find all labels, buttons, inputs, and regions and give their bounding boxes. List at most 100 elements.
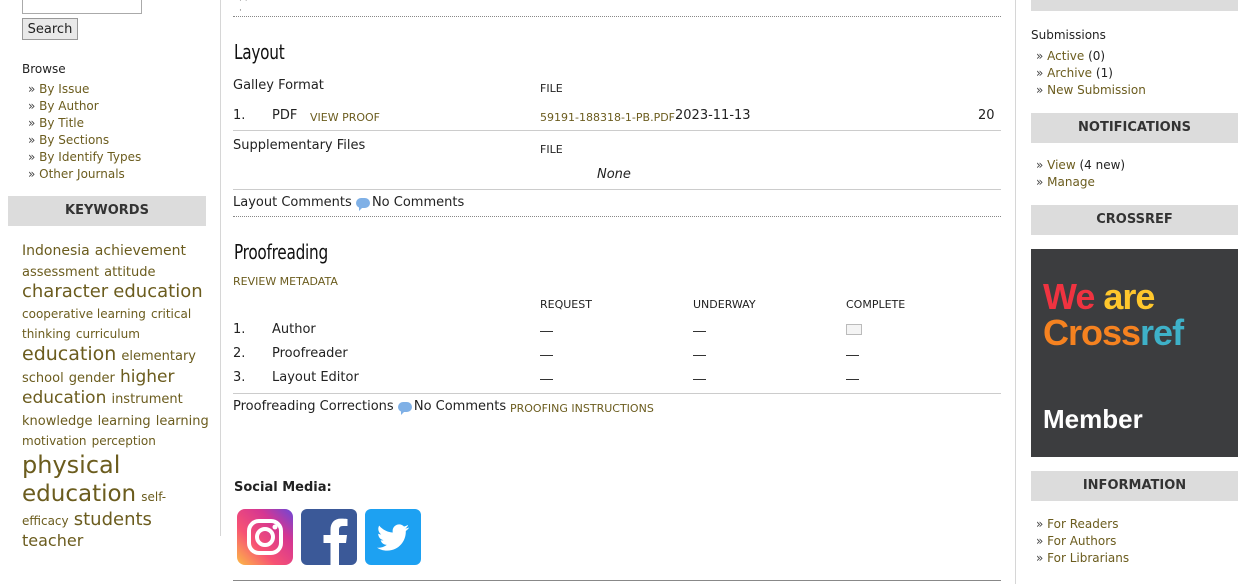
corrections-label: Proofreading Corrections — [233, 399, 394, 414]
information-list: For Readers For Authors For Librarians — [1036, 516, 1129, 567]
submissions-list: Active (0) Archive (1) New Submission — [1036, 48, 1146, 99]
keyword-link[interactable]: instrument — [111, 392, 182, 407]
instagram-icon[interactable] — [237, 509, 293, 565]
left-sidebar: Search Browse By Issue By Author By Titl… — [0, 0, 221, 550]
crossref-header: CROSSREF — [1031, 205, 1238, 235]
keyword-link[interactable]: Indonesia — [22, 243, 90, 259]
keyword-link[interactable]: cooperative learning — [22, 307, 146, 321]
keyword-link[interactable]: knowledge — [22, 414, 92, 429]
info-for-readers[interactable]: For Readers — [1036, 516, 1129, 533]
corrections-no-comments[interactable]: No Comments — [414, 399, 506, 414]
dash — [540, 355, 553, 356]
submissions-title: Submissions — [1031, 28, 1106, 42]
notifications-manage[interactable]: Manage — [1036, 174, 1125, 191]
keyword-link[interactable]: education — [22, 343, 116, 365]
keyword-link[interactable]: students — [74, 509, 152, 530]
keyword-link[interactable]: achievement — [95, 243, 186, 259]
keyword-link[interactable]: education — [22, 481, 136, 507]
galley-file-link[interactable]: 59191-188318-1-PB.PDF — [540, 111, 675, 124]
review-metadata-link[interactable]: REVIEW METADATA — [233, 275, 338, 288]
block-header-top — [1031, 0, 1238, 11]
keyword-link[interactable]: critical — [151, 307, 191, 321]
keyword-link[interactable]: character — [22, 281, 108, 302]
keyword-link[interactable]: physical — [22, 451, 120, 479]
info-for-authors[interactable]: For Authors — [1036, 533, 1129, 550]
crossref-member-text: Member — [1043, 404, 1143, 434]
keyword-link[interactable]: learning — [98, 414, 151, 429]
browse-other-journals[interactable]: Other Journals — [28, 166, 141, 183]
dash — [846, 379, 859, 380]
notifications-view[interactable]: View (4 new) — [1036, 157, 1125, 174]
keyword-link[interactable]: curriculum — [76, 327, 140, 341]
col-complete: COMPLETE — [846, 298, 906, 311]
search-button[interactable]: Search — [22, 18, 78, 40]
comment-bubble-icon[interactable] — [355, 197, 370, 211]
divider — [233, 130, 1001, 131]
keyword-link[interactable]: elementary — [121, 349, 196, 364]
keyword-cloud: Indonesia achievement assessment attitud… — [22, 240, 212, 551]
divider — [233, 393, 1001, 394]
supp-file-col: FILE — [540, 143, 563, 156]
divider — [233, 580, 1001, 581]
keyword-link[interactable]: assessment — [22, 265, 99, 280]
twitter-icon[interactable] — [365, 509, 421, 565]
truncated-text: · · · — [239, 0, 248, 16]
proofing-instructions-link[interactable]: PROOFING INSTRUCTIONS — [510, 402, 654, 415]
submissions-archive[interactable]: Archive (1) — [1036, 65, 1146, 82]
email-icon[interactable] — [846, 324, 862, 335]
proofreading-title: Proofreading — [234, 240, 328, 264]
galley-row-format: PDF — [272, 108, 298, 123]
col-underway: UNDERWAY — [693, 298, 756, 311]
keyword-link[interactable]: thinking — [22, 327, 71, 341]
notifications-list: View (4 new) Manage — [1036, 157, 1125, 191]
browse-by-title[interactable]: By Title — [28, 115, 141, 132]
keyword-link[interactable]: higher — [120, 367, 175, 387]
proof-row-num: 2. — [233, 346, 246, 361]
information-header: INFORMATION — [1031, 471, 1238, 501]
main-content: · · · Layout Galley Format FILE 1. PDF V… — [233, 0, 1001, 584]
keyword-link[interactable]: education — [113, 281, 202, 302]
proof-row-name: Author — [272, 322, 316, 337]
dash — [846, 355, 859, 356]
dash — [693, 355, 706, 356]
keyword-link[interactable]: school — [22, 371, 64, 386]
dash — [540, 331, 553, 332]
keyword-link[interactable]: education — [22, 388, 106, 408]
layout-no-comments[interactable]: No Comments — [372, 195, 464, 210]
browse-by-identify-types[interactable]: By Identify Types — [28, 149, 141, 166]
crossref-word-are: are — [1103, 276, 1155, 317]
right-sidebar: Submissions Active (0) Archive (1) New S… — [1015, 0, 1243, 584]
search-input[interactable] — [22, 0, 142, 14]
keyword-link[interactable]: attitude — [104, 265, 155, 280]
crossref-member-logo[interactable]: We are Crossref Member — [1031, 249, 1238, 457]
browse-by-issue[interactable]: By Issue — [28, 81, 141, 98]
facebook-icon[interactable] — [301, 509, 357, 565]
notifications-header: NOTIFICATIONS — [1031, 113, 1238, 143]
submissions-active[interactable]: Active (0) — [1036, 48, 1146, 65]
crossref-word-we: We — [1043, 276, 1095, 317]
browse-list: By Issue By Author By Title By Sections … — [28, 81, 141, 183]
keywords-header: KEYWORDS — [8, 196, 206, 226]
galley-row-num: 1. — [233, 108, 246, 123]
dash — [693, 379, 706, 380]
comment-bubble-icon[interactable] — [397, 401, 412, 415]
view-proof-link[interactable]: VIEW PROOF — [310, 111, 380, 124]
layout-title: Layout — [234, 40, 285, 64]
proofreading-corrections: Proofreading Corrections No Comments — [233, 399, 506, 415]
keyword-link[interactable]: perception — [92, 434, 156, 448]
proof-row-num: 1. — [233, 322, 246, 337]
browse-by-author[interactable]: By Author — [28, 98, 141, 115]
layout-comments-label: Layout Comments — [233, 195, 352, 210]
supp-none: None — [597, 167, 631, 182]
browse-by-sections[interactable]: By Sections — [28, 132, 141, 149]
divider — [233, 16, 1001, 17]
info-for-librarians[interactable]: For Librarians — [1036, 550, 1129, 567]
new-submission[interactable]: New Submission — [1036, 82, 1146, 99]
keyword-link[interactable]: learning — [156, 414, 209, 429]
keyword-link[interactable]: teacher — [22, 531, 83, 550]
keyword-link[interactable]: motivation — [22, 434, 87, 448]
crossref-word-ref: ref — [1140, 312, 1184, 353]
galley-count: 20 — [978, 108, 995, 123]
keyword-link[interactable]: gender — [69, 371, 115, 386]
supp-files-label: Supplementary Files — [233, 138, 366, 153]
